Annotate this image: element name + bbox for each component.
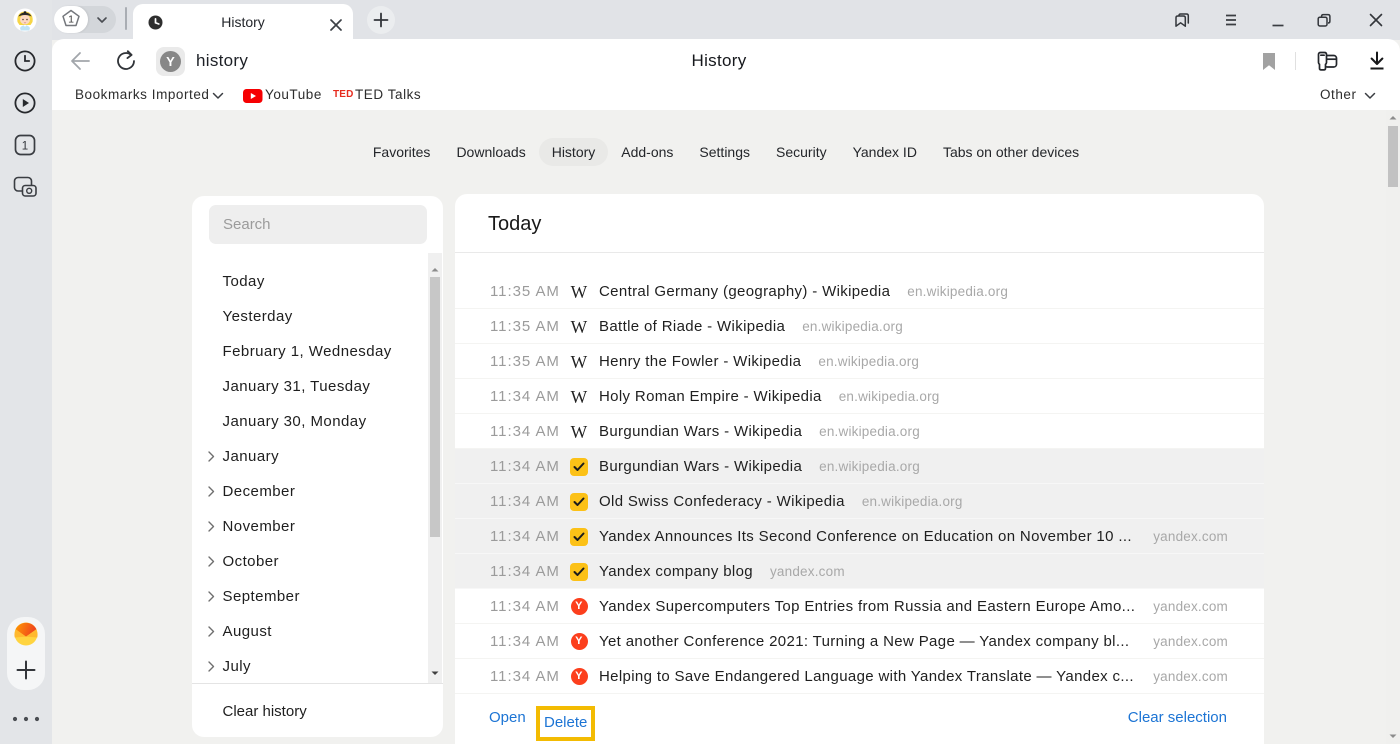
- svg-text:1: 1: [22, 141, 28, 153]
- svg-text:1: 1: [68, 14, 74, 26]
